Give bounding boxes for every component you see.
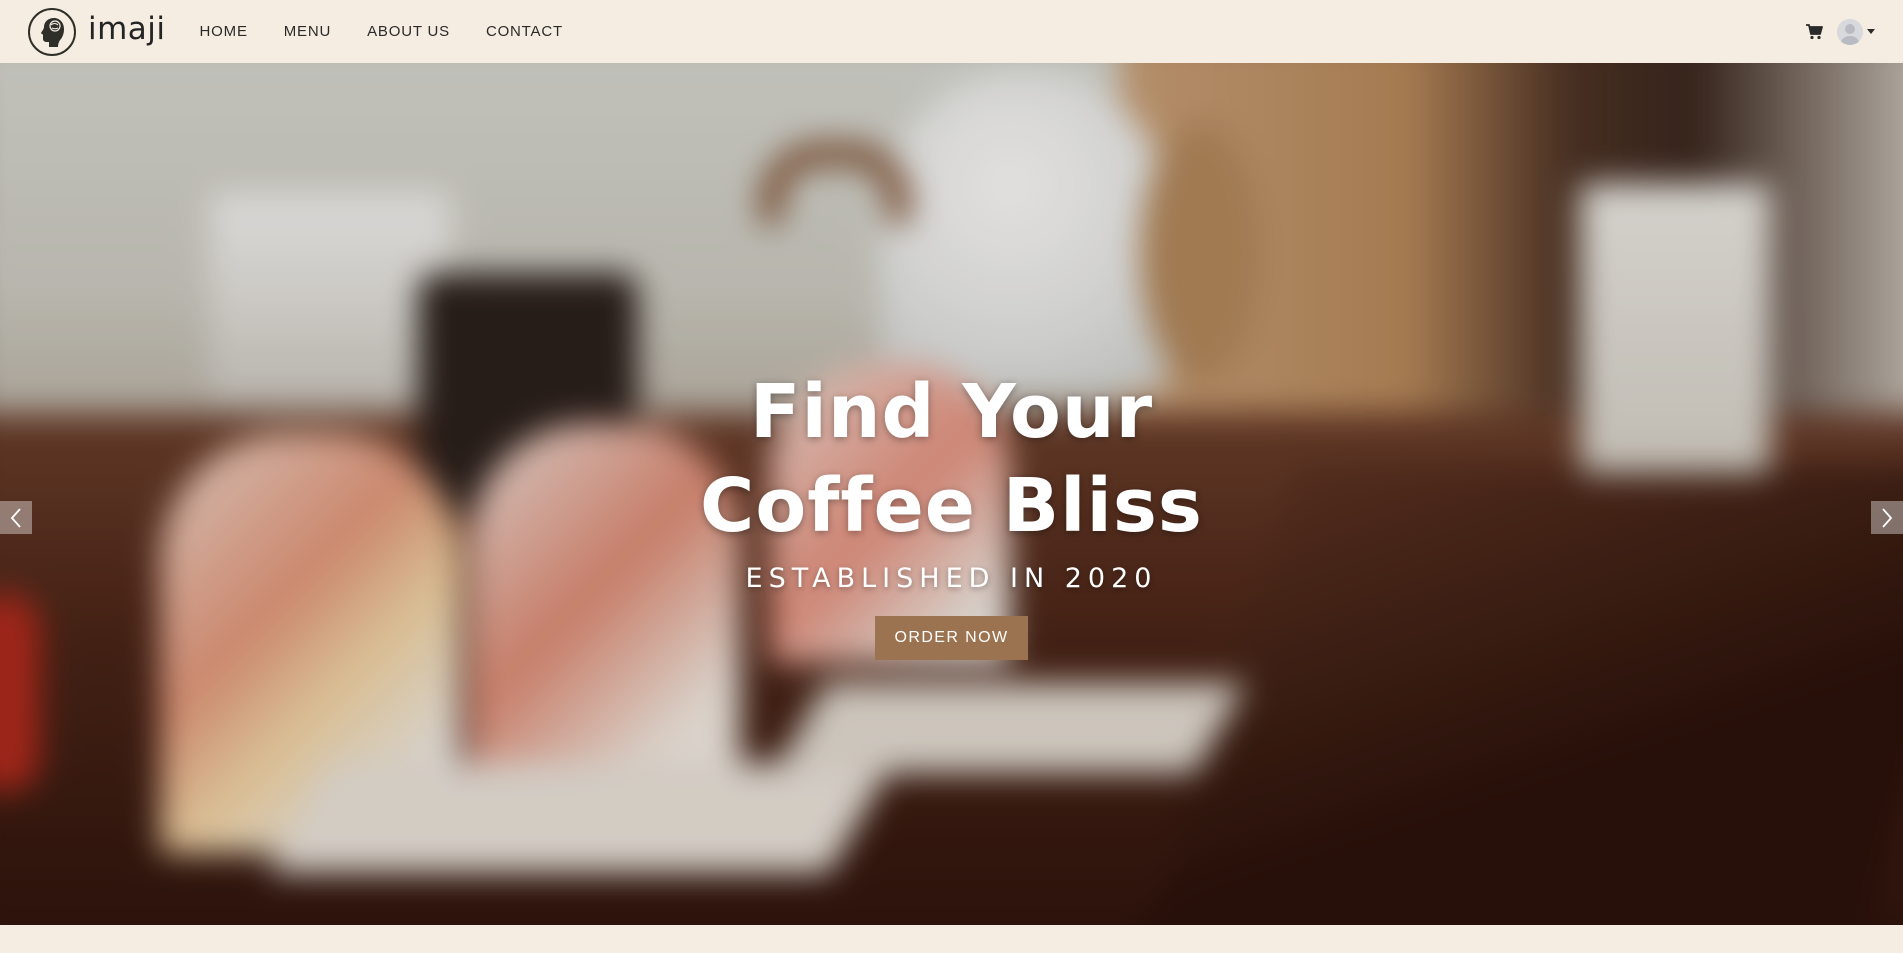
user-menu-toggle[interactable] (1837, 18, 1875, 45)
hero-content: Find Your Coffee Bliss ESTABLISHED IN 20… (0, 365, 1903, 660)
top-navbar: imaji HOME MENU ABOUT US CONTACT (0, 0, 1903, 63)
page-content-start (0, 925, 1903, 953)
head-silhouette-icon (28, 7, 76, 56)
nav-link-home[interactable]: HOME (200, 17, 248, 46)
nav-link-about-us[interactable]: ABOUT US (367, 17, 450, 46)
chevron-down-icon (1867, 29, 1875, 34)
main-nav: HOME MENU ABOUT US CONTACT (200, 17, 563, 46)
order-now-button[interactable]: ORDER NOW (875, 616, 1028, 660)
nav-link-menu[interactable]: MENU (284, 17, 331, 46)
brand-logo-link[interactable]: imaji (28, 7, 166, 56)
hero-title-line-1: Find Your (749, 369, 1154, 455)
hero-title: Find Your Coffee Bliss (700, 365, 1203, 553)
user-avatar-icon (1837, 18, 1863, 45)
hero-title-line-2: Coffee Bliss (700, 463, 1203, 549)
nav-actions (1805, 18, 1875, 45)
shopping-cart-icon[interactable] (1805, 23, 1823, 40)
nav-link-contact[interactable]: CONTACT (486, 17, 563, 46)
brand-name: imaji (88, 11, 166, 47)
hero-carousel: Find Your Coffee Bliss ESTABLISHED IN 20… (0, 63, 1903, 925)
hero-subtitle: ESTABLISHED IN 2020 (745, 563, 1158, 594)
